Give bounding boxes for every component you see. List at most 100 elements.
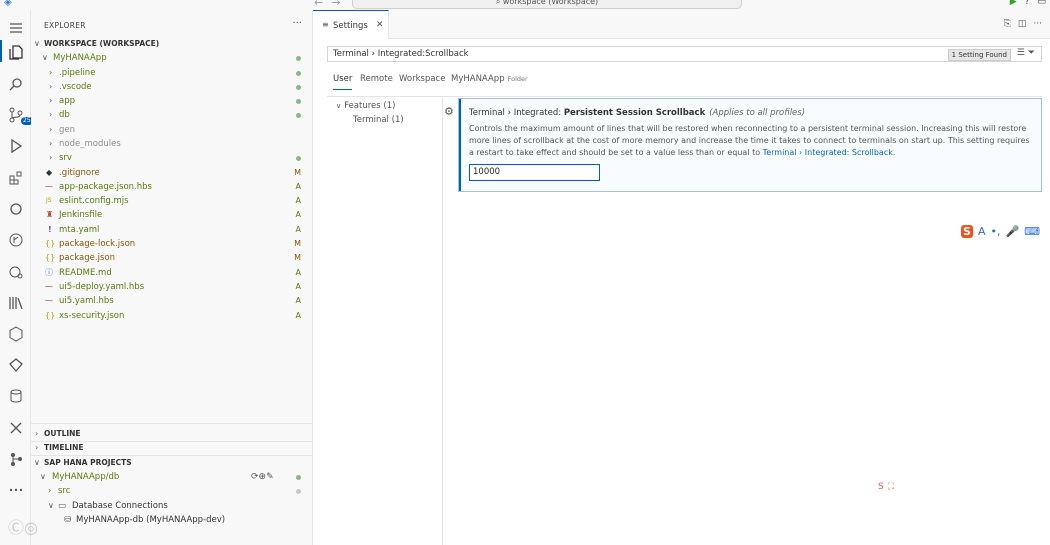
filter-icons[interactable]: ☰⏷ xyxy=(1017,48,1038,58)
timeline-section[interactable]: › TIMELINE xyxy=(31,441,313,455)
close-icon[interactable]: ✕ xyxy=(376,20,384,30)
more-icon[interactable] xyxy=(7,481,24,498)
tree-file[interactable]: ⁓ app-package.json.hbs A xyxy=(31,180,313,194)
tree-folder[interactable]: › .pipeline xyxy=(31,66,313,80)
tree-file[interactable]: ⁓ ui5-deploy.yaml.hbs A xyxy=(31,280,313,294)
ime-mic-icon[interactable]: 🎤 xyxy=(1005,225,1019,238)
tree-folder[interactable]: › node_modules xyxy=(31,137,313,151)
json-file-icon: {} xyxy=(45,239,56,248)
toc-terminal[interactable]: Terminal (1) xyxy=(353,115,404,125)
hana-db-item[interactable]: ∨ MyHANAApp/db ⟳⊕✎ xyxy=(31,470,313,484)
hana-src-item[interactable]: › src xyxy=(31,484,313,498)
tree-file[interactable]: ◆ .gitignore M xyxy=(31,166,313,180)
tree-file[interactable]: ⓘ README.md A xyxy=(31,266,313,280)
db-connection-item[interactable]: ⛁ MyHANAApp-db (MyHANAApp-dev) xyxy=(31,513,313,527)
tree-file[interactable]: ! mta.yaml A xyxy=(31,223,313,237)
tree-file[interactable]: {} xs-security.json A xyxy=(31,309,313,323)
tree-folder[interactable]: › srv xyxy=(31,151,313,165)
tree-folder[interactable]: › gen xyxy=(31,123,313,137)
more-actions-icon[interactable]: ··· xyxy=(1033,19,1042,29)
hana-db-label: MyHANAApp/db xyxy=(52,472,120,482)
search-icon[interactable] xyxy=(7,75,24,92)
tree-file[interactable]: ⁓ ui5.yaml.hbs A xyxy=(31,294,313,308)
ime-language-icon[interactable]: A xyxy=(978,225,986,238)
git-graph-icon[interactable] xyxy=(7,231,24,248)
tree-folder[interactable]: › .vscode xyxy=(31,80,313,94)
chevron-right-icon: › xyxy=(48,486,52,495)
library-icon[interactable] xyxy=(7,294,24,311)
tab-settings[interactable]: ≡ Settings ✕ xyxy=(313,10,389,39)
database-explorer-icon[interactable] xyxy=(7,263,24,280)
ime-mini-icons[interactable]: S⛶ xyxy=(878,482,898,492)
folder-label: srv xyxy=(59,153,72,163)
gear-icon[interactable]: ⚙ xyxy=(444,105,454,118)
chevron-down-icon: ∨ xyxy=(336,102,342,110)
ime-keyboard-icon[interactable]: ⌨ xyxy=(1024,225,1040,238)
db-connection-label: MyHANAApp-db (MyHANAApp-dev) xyxy=(76,515,226,525)
source-control-icon[interactable]: 25 xyxy=(7,106,33,125)
settings-search-input[interactable]: Terminal › Integrated:Scrollback 1 Setti… xyxy=(327,46,1042,62)
file-label: package-lock.json xyxy=(59,239,136,249)
help-icon[interactable]: ? xyxy=(1025,0,1030,7)
run-debug-icon[interactable] xyxy=(7,137,24,154)
ime-toolbar[interactable]: S A •, 🎤 ⌨ xyxy=(961,225,1040,238)
more-actions-icon[interactable]: ··· xyxy=(292,18,302,29)
cloud-icon[interactable] xyxy=(7,200,24,217)
nav-arrows[interactable]: ←→ xyxy=(314,0,348,9)
database-icon[interactable] xyxy=(7,387,24,404)
tab-folder[interactable]: MyHANAApp Folder xyxy=(451,74,528,84)
folder-label: app xyxy=(59,96,75,106)
explorer-icon[interactable] xyxy=(7,43,24,60)
chevron-down-icon: ∨ xyxy=(48,501,54,510)
ime-punct-icon[interactable]: •, xyxy=(990,225,1000,238)
divider xyxy=(31,423,313,424)
project-folder[interactable]: ∨ MyHANAApp xyxy=(31,51,313,65)
db-connections-item[interactable]: ∨ ▭ Database Connections xyxy=(31,499,313,513)
template-file-icon: ⁓ xyxy=(45,296,53,305)
status-dot xyxy=(296,71,301,76)
git-status: A xyxy=(295,282,301,291)
split-editor-icon[interactable]: ◫ xyxy=(1018,19,1027,29)
hana-projects-section[interactable]: ∨ SAP HANA PROJECTS xyxy=(31,456,313,470)
outline-label: OUTLINE xyxy=(44,429,81,438)
hana-actions-icons[interactable]: ⟳⊕✎ xyxy=(251,470,274,484)
toc-features[interactable]: ∨ Features (1) xyxy=(336,101,395,111)
flow-icon[interactable] xyxy=(7,450,24,467)
file-label: eslint.config.mjs xyxy=(59,196,129,206)
hana-projects-label: SAP HANA PROJECTS xyxy=(44,458,132,467)
status-dot xyxy=(296,99,301,104)
tools-icon[interactable] xyxy=(7,419,24,436)
setting-link[interactable]: Terminal › Integrated: Scrollback xyxy=(763,148,893,157)
git-status: A xyxy=(295,311,301,320)
run-icon[interactable]: ▶ xyxy=(1010,0,1017,7)
tab-user[interactable]: User xyxy=(333,74,353,90)
menu-icon[interactable] xyxy=(7,19,24,36)
settings-tab-icon: ≡ xyxy=(322,20,329,29)
chevron-right-icon: › xyxy=(35,429,39,438)
tab-remote[interactable]: Remote xyxy=(360,74,393,84)
status-dot xyxy=(296,489,301,494)
outline-section[interactable]: › OUTLINE xyxy=(31,427,313,441)
command-center-search[interactable]: ⌕ workspace (Workspace) xyxy=(352,0,742,9)
layout-icon[interactable]: ▭ xyxy=(1037,0,1046,7)
git-status: A xyxy=(295,225,301,234)
extensions-icon[interactable] xyxy=(7,169,24,186)
tree-file[interactable]: JS eslint.config.mjs A xyxy=(31,194,313,208)
tab-workspace[interactable]: Workspace xyxy=(399,74,445,84)
cube-icon[interactable] xyxy=(7,325,24,342)
workspace-section[interactable]: ∨ WORKSPACE (WORKSPACE) xyxy=(31,37,313,51)
tree-file[interactable]: {} package-lock.json M xyxy=(31,237,313,251)
tree-folder[interactable]: › app xyxy=(31,94,313,108)
file-label: mta.yaml xyxy=(59,225,100,235)
open-json-icon[interactable]: ⎘ xyxy=(1004,19,1011,29)
chevron-right-icon: › xyxy=(35,443,39,452)
tree-folder[interactable]: › db xyxy=(31,108,313,122)
title-actions: ▶ ? ▭ xyxy=(1010,0,1046,7)
scrollback-input[interactable]: 10000 xyxy=(469,164,600,181)
tab-label: Settings xyxy=(333,21,368,31)
active-indicator xyxy=(0,40,2,62)
tree-file[interactable]: {} package.json M xyxy=(31,251,313,265)
tree-file[interactable]: ♜ Jenkinsfile A xyxy=(31,208,313,222)
folder-label: node_modules xyxy=(59,139,121,149)
diamond-icon[interactable] xyxy=(7,356,24,373)
